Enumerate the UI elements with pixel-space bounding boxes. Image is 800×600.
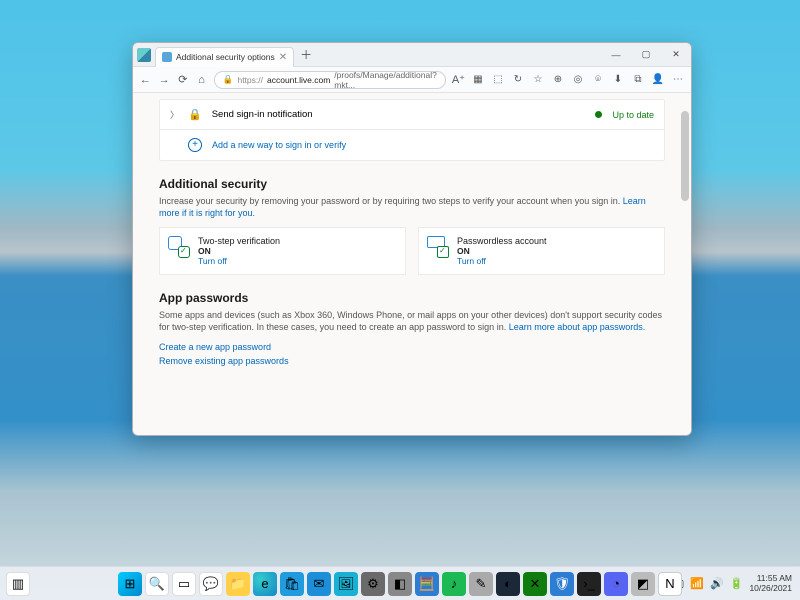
app-icon-4[interactable]: ◩ (631, 572, 655, 596)
date-text: 10/26/2021 (749, 584, 792, 593)
passwordless-turnoff-link[interactable]: Turn off (457, 256, 547, 266)
signin-methods-card: 〉 🔒 Send sign-in notification Up to date… (159, 99, 665, 161)
tab-title: Additional security options (176, 52, 275, 62)
browser-toolbar: ← → ⟳ ⌂ 🔒 https://account.live.com/proof… (133, 67, 691, 93)
close-button[interactable]: ✕ (661, 43, 691, 67)
lock-icon: 🔒 (223, 74, 234, 85)
terminal-icon[interactable]: ›_ (577, 572, 601, 596)
additional-security-heading: Additional security (159, 177, 665, 191)
minimize-button[interactable]: — (601, 43, 631, 67)
clock[interactable]: 11:55 AM 10/26/2021 (749, 574, 792, 593)
taskbar: ▥ ⊞ 🔍 ▭ 💬 📁 e 🛍 ✉ 🖼 ⚙ ◧ 🧮 ♪ ✎ ◐ ✕ 🛡 ›_ ◔… (0, 566, 800, 600)
spotify-icon[interactable]: ♪ (442, 572, 466, 596)
steam-icon[interactable]: ◐ (496, 572, 520, 596)
browser-window: Additional security options ✕ ＋ — ▢ ✕ ← … (132, 42, 692, 436)
signin-notification-row[interactable]: 〉 🔒 Send sign-in notification Up to date (160, 100, 664, 129)
favorites-icon[interactable]: ☆ (531, 74, 545, 85)
app-passwords-desc: Some apps and devices (such as Xbox 360,… (159, 309, 665, 333)
app-passwords-heading: App passwords (159, 291, 665, 305)
reader-icon[interactable]: A⁺ (452, 73, 465, 86)
taskbar-center: ⊞ 🔍 ▭ 💬 📁 e 🛍 ✉ 🖼 ⚙ ◧ 🧮 ♪ ✎ ◐ ✕ 🛡 ›_ ◔ ◩… (118, 572, 682, 596)
start-button[interactable]: ⊞ (118, 572, 142, 596)
additional-security-desc: Increase your security by removing your … (159, 195, 665, 219)
widgets-button[interactable]: ▥ (6, 572, 30, 596)
security-icon[interactable]: 🛡 (550, 572, 574, 596)
url-host: account.live.com (267, 75, 330, 85)
url-path: /proofs/Manage/additional?mkt... (334, 70, 437, 90)
app-icon-2[interactable]: 🧮 (415, 572, 439, 596)
add-signin-label: Add a new way to sign in or verify (212, 140, 346, 150)
edge-icon[interactable]: e (253, 572, 277, 596)
new-tab-button[interactable]: ＋ (300, 46, 312, 63)
ext5-icon[interactable]: ⧉ (631, 74, 645, 85)
app-icon-3[interactable]: ✎ (469, 572, 493, 596)
ext2-icon[interactable]: ⬚ (491, 74, 505, 85)
chevron-right-icon: 〉 (170, 108, 178, 121)
wifi-icon[interactable]: 📶 (690, 577, 704, 590)
passwordless-title: Passwordless account (457, 236, 547, 246)
mail-icon[interactable]: ✉ (307, 572, 331, 596)
security-cards: Two-step verification ON Turn off Passwo… (159, 227, 665, 275)
passwordless-icon (427, 236, 449, 258)
back-button[interactable]: ← (139, 74, 152, 86)
app-icon-5[interactable]: N (658, 572, 682, 596)
refresh-button[interactable]: ⟳ (176, 73, 189, 86)
store-icon[interactable]: 🛍 (280, 572, 304, 596)
tab-close-icon[interactable]: ✕ (279, 52, 287, 63)
app-passwords-learn-link[interactable]: Learn more about app passwords. (509, 322, 646, 332)
scrollbar-thumb[interactable] (681, 111, 689, 201)
lock-icon: 🔒 (188, 108, 202, 121)
scrollbar[interactable] (681, 99, 689, 429)
two-step-state: ON (198, 246, 280, 256)
sync-icon[interactable]: ↻ (511, 74, 525, 85)
tab-favicon (162, 52, 172, 62)
settings-icon[interactable]: ⚙ (361, 572, 385, 596)
edge-app-icon (137, 48, 151, 62)
status-text: Up to date (612, 110, 654, 120)
maximize-button[interactable]: ▢ (631, 43, 661, 67)
two-step-turnoff-link[interactable]: Turn off (198, 256, 280, 266)
add-signin-method-row[interactable]: + Add a new way to sign in or verify (160, 129, 664, 160)
file-explorer-icon[interactable]: 📁 (226, 572, 250, 596)
status-dot-icon (595, 111, 602, 118)
profile-icon[interactable]: 👤 (651, 74, 665, 85)
ext4-icon[interactable]: ⌾ (591, 74, 605, 85)
home-button[interactable]: ⌂ (195, 74, 208, 86)
taskview-button[interactable]: ▭ (172, 572, 196, 596)
ext1-icon[interactable]: ▦ (471, 74, 485, 85)
battery-icon[interactable]: 🔋 (730, 577, 744, 590)
two-step-icon (168, 236, 190, 258)
two-step-verification-card[interactable]: Two-step verification ON Turn off (159, 227, 406, 275)
volume-icon[interactable]: 🔊 (710, 577, 724, 590)
titlebar[interactable]: Additional security options ✕ ＋ — ▢ ✕ (133, 43, 691, 67)
toolbar-right-icons: ▦ ⬚ ↻ ☆ ⊕ ◎ ⌾ ⬇ ⧉ 👤 ⋯ (471, 74, 685, 85)
collections-icon[interactable]: ⊕ (551, 74, 565, 85)
passwordless-state: ON (457, 246, 547, 256)
page-content: 〉 🔒 Send sign-in notification Up to date… (133, 93, 691, 435)
forward-button[interactable]: → (158, 74, 171, 86)
ext3-icon[interactable]: ◎ (571, 74, 585, 85)
search-button[interactable]: 🔍 (145, 572, 169, 596)
address-bar[interactable]: 🔒 https://account.live.com/proofs/Manage… (214, 71, 446, 89)
xbox-icon[interactable]: ✕ (523, 572, 547, 596)
app-icon-1[interactable]: ◧ (388, 572, 412, 596)
discord-icon[interactable]: ◔ (604, 572, 628, 596)
desktop: Additional security options ✕ ＋ — ▢ ✕ ← … (0, 0, 800, 600)
plus-circle-icon: + (188, 138, 202, 152)
create-app-password-link[interactable]: Create a new app password (159, 342, 665, 352)
window-controls: — ▢ ✕ (601, 43, 691, 67)
signin-notification-label: Send sign-in notification (212, 109, 313, 120)
passwordless-account-card[interactable]: Passwordless account ON Turn off (418, 227, 665, 275)
two-step-title: Two-step verification (198, 236, 280, 246)
menu-icon[interactable]: ⋯ (671, 74, 685, 85)
chat-button[interactable]: 💬 (199, 572, 223, 596)
downloads-icon[interactable]: ⬇ (611, 74, 625, 85)
browser-tab[interactable]: Additional security options ✕ (155, 47, 294, 67)
remove-app-passwords-link[interactable]: Remove existing app passwords (159, 356, 665, 366)
photos-icon[interactable]: 🖼 (334, 572, 358, 596)
